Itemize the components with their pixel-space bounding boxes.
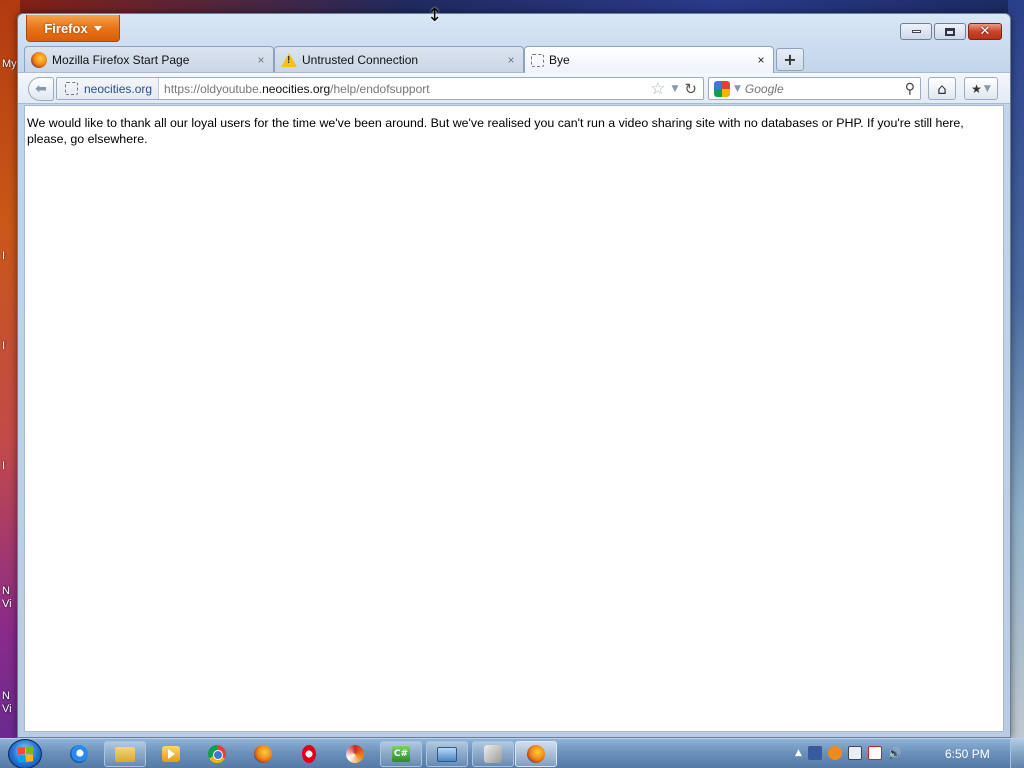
desktop-background-top [0,0,1024,14]
volume-icon[interactable]: 🔊 [888,747,902,760]
window-controls: ✕ [900,23,1002,40]
media-player-icon [162,746,180,762]
taskbar-chrome[interactable] [196,741,238,767]
show-hidden-icons-icon[interactable]: ▲ [795,748,802,758]
restore-icon [945,27,955,36]
google-icon[interactable] [714,80,730,97]
url-path: /help/endofsupport [330,81,430,96]
tab-bar: Mozilla Firefox Start Page × Untrusted C… [24,46,1004,73]
blank-page-icon [65,82,78,95]
home-icon: ⌂ [937,79,947,98]
taskbar-media-player[interactable] [150,741,192,767]
swirl-app-icon [346,745,364,763]
new-tab-button[interactable]: + [776,48,804,71]
chrome-icon [208,745,226,763]
page-body-text: We would like to thank all our loyal use… [27,116,964,146]
taskbar-tool-app[interactable] [472,741,514,767]
page-content: We would like to thank all our loyal use… [24,105,1004,732]
taskbar-windows-explorer[interactable] [104,741,146,767]
minimize-button[interactable] [900,23,932,40]
tab-title: Bye [549,53,570,67]
back-arrow-icon: ⬅ [35,81,47,97]
network-app-icon[interactable] [807,746,822,760]
tab-title: Untrusted Connection [302,52,419,67]
firefox-icon [254,745,272,763]
avast-icon[interactable] [827,746,842,760]
system-tray: ▲ 🔊 [795,746,902,760]
close-icon: ✕ [979,24,991,39]
tab-bye[interactable]: Bye × [524,46,774,73]
url-bar-icons: ☆ ▼ ↻ [650,79,703,99]
bookmarks-icon: ★ [971,81,982,96]
tab-untrusted-connection[interactable]: Untrusted Connection × [274,46,524,72]
url-domain: neocities.org [262,81,331,96]
maximize-button[interactable] [934,23,966,40]
tab-close-button[interactable]: × [755,53,767,67]
tab-title: Mozilla Firefox Start Page [52,52,190,67]
internet-explorer-icon [70,745,88,763]
taskbar-internet-explorer[interactable] [58,741,100,767]
firefox-menu-button[interactable]: Firefox [26,15,120,42]
history-dropdown-icon[interactable]: ▼ [672,84,679,94]
url-bar[interactable]: neocities.org https://oldyoutube.neociti… [56,77,704,100]
tab-close-button[interactable]: × [505,53,517,67]
windows-logo-icon [17,745,33,763]
tab-close-button[interactable]: × [255,53,267,67]
taskbar-firefox[interactable] [242,741,284,767]
search-engine-dropdown-icon[interactable]: ▼ [734,84,741,94]
bookmark-star-icon[interactable]: ☆ [650,79,665,99]
action-center-icon[interactable] [867,746,882,760]
identity-label: neocities.org [84,81,153,96]
clock[interactable]: 6:50 PM [945,747,990,761]
taskbar: C# ▲ 🔊 6:50 PM [0,738,1024,768]
taskbar-csharp-ide[interactable]: C# [380,741,422,767]
url-text[interactable]: https://oldyoutube.neocities.org/help/en… [159,82,650,96]
chevron-down-icon [93,25,102,31]
search-input[interactable]: Google [745,82,901,96]
home-button[interactable]: ⌂ [928,77,956,100]
start-button[interactable] [8,739,42,768]
warning-icon [281,52,297,67]
firefox-menu-label: Firefox [44,20,88,36]
taskbar-firefox-active[interactable] [515,741,557,767]
resize-cursor-icon: ↕ [427,5,443,26]
url-prefix: https://oldyoutube. [164,81,263,96]
folder-icon [115,746,135,762]
tab-firefox-start-page[interactable]: Mozilla Firefox Start Page × [24,46,274,72]
bookmarks-menu-button[interactable]: ★ ▼ [964,77,998,100]
taskbar-swirl-app[interactable] [334,741,376,767]
tool-app-icon [484,745,502,763]
csharp-ide-icon: C# [392,746,410,762]
firefox-icon [31,51,47,68]
search-bar[interactable]: ▼ Google ⚲ [708,77,921,100]
back-button[interactable]: ⬅ [28,77,54,101]
reload-icon[interactable]: ↻ [684,80,697,98]
show-desktop-button[interactable] [1010,739,1024,768]
taskbar-opera[interactable] [288,741,330,767]
firefox-icon [527,745,545,763]
network-icon[interactable] [847,746,862,760]
taskbar-virtual-machine[interactable] [426,741,468,767]
close-window-button[interactable]: ✕ [968,23,1002,40]
opera-icon [302,745,316,763]
firefox-window: Firefox ✕ Mozilla Firefox Start Page × U… [17,13,1011,738]
navigation-toolbar: ⬅ neocities.org https://oldyoutube.neoci… [18,72,1010,104]
site-identity-button[interactable]: neocities.org [57,78,160,99]
blank-page-icon [531,53,544,67]
virtual-machine-icon [437,746,457,762]
search-icon[interactable]: ⚲ [905,81,915,97]
minimize-icon [911,30,921,33]
chevron-down-icon: ▼ [983,83,991,94]
